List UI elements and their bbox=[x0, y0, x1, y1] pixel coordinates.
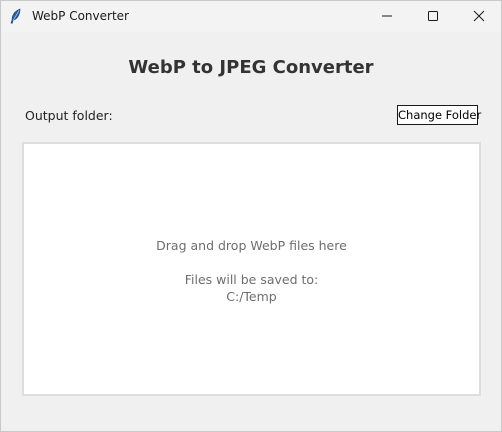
app-window: WebP Converter WebP to JPEG Converter Ou… bbox=[0, 0, 502, 432]
folder-path: C:/Temp bbox=[226, 289, 277, 304]
change-folder-button[interactable]: Change Folder bbox=[397, 105, 481, 125]
window-title: WebP Converter bbox=[32, 9, 129, 23]
saved-to-label: Files will be saved to: bbox=[184, 272, 319, 287]
close-button[interactable] bbox=[456, 1, 501, 32]
close-icon bbox=[473, 7, 485, 26]
drop-zone[interactable]: Drag and drop WebP files here Files will… bbox=[22, 142, 481, 396]
drop-instruction: Drag and drop WebP files here bbox=[156, 238, 347, 253]
maximize-icon bbox=[427, 7, 439, 26]
minimize-icon bbox=[381, 7, 393, 26]
maximize-button[interactable] bbox=[410, 1, 456, 32]
feather-icon bbox=[9, 8, 23, 24]
title-bar[interactable]: WebP Converter bbox=[1, 1, 501, 32]
minimize-button[interactable] bbox=[364, 1, 410, 32]
page-title: WebP to JPEG Converter bbox=[128, 57, 374, 78]
output-folder-label: Output folder: bbox=[25, 108, 113, 123]
